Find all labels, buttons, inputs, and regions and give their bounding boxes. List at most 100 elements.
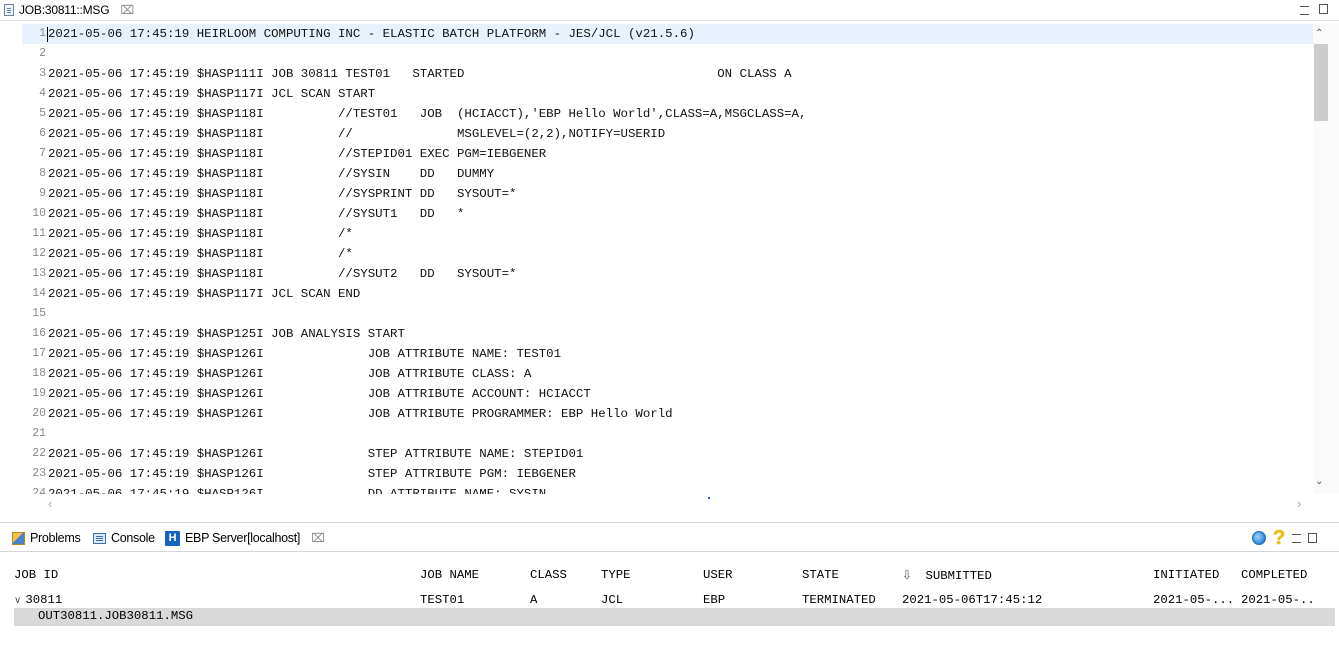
- line-number: 10: [32, 207, 46, 220]
- column-header-completed[interactable]: COMPLETED: [1241, 568, 1307, 582]
- line-number: 9: [39, 187, 46, 200]
- close-tab-icon[interactable]: ⌧: [311, 531, 325, 545]
- editor-line[interactable]: 12 2021-05-06 17:45:19 $HASP118I /*: [22, 244, 1313, 264]
- column-header-class[interactable]: CLASS: [530, 568, 567, 582]
- tab-console-label: Console: [111, 531, 155, 545]
- bottom-panel-tabbar: Problems Console H EBP Server[localhost]…: [0, 522, 1339, 552]
- expand-chevron-icon[interactable]: ∨: [14, 595, 21, 606]
- editor-line[interactable]: 1 2021-05-06 17:45:19 HEIRLOOM COMPUTING …: [22, 24, 1313, 44]
- editor-tabbar: JOB:30811::MSG ⌧: [0, 0, 1339, 21]
- ebp-server-icon: H: [165, 530, 180, 546]
- cell-state: TERMINATED: [802, 593, 876, 607]
- column-header-job-id[interactable]: JOB ID: [14, 568, 58, 582]
- cell-job-name: TEST01: [420, 593, 465, 607]
- minimize-icon[interactable]: [1292, 533, 1302, 543]
- editor-line[interactable]: 8 2021-05-06 17:45:19 $HASP118I //SYSIN D…: [22, 164, 1313, 184]
- line-number: 3: [39, 67, 46, 80]
- editor-line[interactable]: 17 2021-05-06 17:45:19 $HASP126I JOB ATTR…: [22, 344, 1313, 364]
- editor-vertical-scrollbar[interactable]: ⌃ ⌄: [1313, 24, 1339, 494]
- cell-user: EBP: [703, 593, 726, 607]
- editor-line[interactable]: 16 2021-05-06 17:45:19 $HASP125I JOB ANAL…: [22, 324, 1313, 344]
- scroll-down-icon[interactable]: ⌄: [1315, 476, 1323, 487]
- editor-line[interactable]: 3 2021-05-06 17:45:19 $HASP111I JOB 30811…: [22, 64, 1313, 84]
- line-number: 17: [32, 347, 46, 360]
- editor-line[interactable]: 18 2021-05-06 17:45:19 $HASP126I JOB ATTR…: [22, 364, 1313, 384]
- editor-line[interactable]: 5 2021-05-06 17:45:19 $HASP118I //TEST01 …: [22, 104, 1313, 124]
- tab-ebp-server[interactable]: H EBP Server[localhost] ⌧: [165, 529, 325, 547]
- line-text: 2021-05-06 17:45:19 $HASP118I //SYSIN DD…: [48, 167, 495, 181]
- help-icon[interactable]: ?: [1273, 528, 1285, 548]
- close-tab-icon[interactable]: ⌧: [120, 3, 134, 17]
- table-row[interactable]: ∨ 30811: [14, 593, 62, 607]
- editor-line[interactable]: 22 2021-05-06 17:45:19 $HASP126I STEP ATT…: [22, 444, 1313, 464]
- scroll-up-icon[interactable]: ⌃: [1315, 28, 1323, 39]
- cell-initiated: 2021-05-...: [1153, 593, 1235, 607]
- text-caret: [47, 27, 48, 42]
- editor-line[interactable]: 23 2021-05-06 17:45:19 $HASP126I STEP ATT…: [22, 464, 1313, 484]
- editor-line[interactable]: 2: [22, 44, 1313, 64]
- line-number: 11: [32, 227, 46, 240]
- editor-horizontal-scrollbar[interactable]: ‹ ›: [22, 496, 1313, 512]
- line-number: 5: [39, 107, 46, 120]
- scroll-right-icon[interactable]: ›: [1297, 496, 1301, 511]
- panel-toolbar: ?: [1252, 528, 1318, 548]
- editor-line[interactable]: 24 2021-05-06 17:45:19 $HASP126I DD ATTRI…: [22, 484, 1313, 494]
- scrollbar-thumb[interactable]: [1314, 44, 1328, 121]
- column-header-state[interactable]: STATE: [802, 568, 839, 582]
- editor-line[interactable]: 11 2021-05-06 17:45:19 $HASP118I /*: [22, 224, 1313, 244]
- column-header-user[interactable]: USER: [703, 568, 733, 582]
- document-icon: [4, 4, 14, 16]
- problems-icon: [12, 531, 25, 545]
- line-number: 16: [32, 327, 46, 340]
- line-text: 2021-05-06 17:45:19 $HASP118I /*: [48, 247, 353, 261]
- line-text: 2021-05-06 17:45:19 $HASP126I JOB ATTRIB…: [48, 407, 673, 421]
- editor-line[interactable]: 6 2021-05-06 17:45:19 $HASP118I // MSGLEV…: [22, 124, 1313, 144]
- line-number: 20: [32, 407, 46, 420]
- line-text: 2021-05-06 17:45:19 $HASP118I //TEST01 J…: [48, 107, 807, 121]
- minimize-icon[interactable]: [1300, 6, 1309, 15]
- maximize-icon[interactable]: [1319, 4, 1328, 14]
- line-text: 2021-05-06 17:45:19 $HASP118I //SYSUT1 D…: [48, 207, 465, 221]
- cell-class: A: [530, 593, 538, 607]
- line-text: 2021-05-06 17:45:19 $HASP126I STEP ATTRI…: [48, 467, 576, 481]
- tab-problems[interactable]: Problems: [12, 529, 81, 547]
- tab-console[interactable]: Console: [93, 529, 155, 547]
- editor-tab-job-msg[interactable]: JOB:30811::MSG ⌧: [0, 0, 141, 20]
- editor-line[interactable]: 9 2021-05-06 17:45:19 $HASP118I //SYSPRIN…: [22, 184, 1313, 204]
- line-number: 19: [32, 387, 46, 400]
- line-number: 21: [32, 427, 46, 440]
- cell-type: JCL: [601, 593, 624, 607]
- scroll-left-icon[interactable]: ‹: [48, 496, 52, 511]
- line-text: 2021-05-06 17:45:19 $HASP118I //STEPID01…: [48, 147, 547, 161]
- message-editor[interactable]: 1 2021-05-06 17:45:19 HEIRLOOM COMPUTING …: [22, 24, 1313, 494]
- line-text: [47, 304, 48, 324]
- line-number: 18: [32, 367, 46, 380]
- editor-line[interactable]: 14 2021-05-06 17:45:19 $HASP117I JCL SCAN…: [22, 284, 1313, 304]
- line-number: 4: [39, 87, 46, 100]
- line-text: 2021-05-06 17:45:19 $HASP126I JOB ATTRIB…: [48, 347, 562, 361]
- editor-line[interactable]: 13 2021-05-06 17:45:19 $HASP118I //SYSUT2…: [22, 264, 1313, 284]
- line-text: 2021-05-06 17:45:19 $HASP117I JCL SCAN E…: [48, 287, 361, 301]
- line-number: 15: [32, 307, 46, 320]
- editor-line[interactable]: 15: [22, 304, 1313, 324]
- line-text: 2021-05-06 17:45:19 $HASP118I /*: [48, 227, 353, 241]
- refresh-icon[interactable]: [1252, 531, 1266, 545]
- editor-line[interactable]: 20 2021-05-06 17:45:19 $HASP126I JOB ATTR…: [22, 404, 1313, 424]
- column-header-job-name[interactable]: JOB NAME: [420, 568, 479, 582]
- column-header-type[interactable]: TYPE: [601, 568, 631, 582]
- column-header-submitted[interactable]: ⇩ SUBMITTED: [902, 568, 992, 583]
- editor-line[interactable]: 4 2021-05-06 17:45:19 $HASP117I JCL SCAN …: [22, 84, 1313, 104]
- editor-line[interactable]: 19 2021-05-06 17:45:19 $HASP126I JOB ATTR…: [22, 384, 1313, 404]
- sort-descending-icon: ⇩: [902, 568, 913, 582]
- maximize-icon[interactable]: [1308, 533, 1318, 543]
- line-text: 2021-05-06 17:45:19 $HASP118I //SYSUT2 D…: [48, 267, 517, 281]
- editor-line[interactable]: 7 2021-05-06 17:45:19 $HASP118I //STEPID0…: [22, 144, 1313, 164]
- column-header-initiated[interactable]: INITIATED: [1153, 568, 1219, 582]
- line-number: 2: [39, 47, 46, 60]
- editor-line[interactable]: 10 2021-05-06 17:45:19 $HASP118I //SYSUT1…: [22, 204, 1313, 224]
- line-number: 22: [32, 447, 46, 460]
- table-row-child[interactable]: OUT30811.JOB30811.MSG: [14, 608, 1335, 626]
- tab-problems-label: Problems: [30, 531, 81, 545]
- cell-completed: 2021-05-..: [1241, 593, 1315, 607]
- editor-line[interactable]: 21: [22, 424, 1313, 444]
